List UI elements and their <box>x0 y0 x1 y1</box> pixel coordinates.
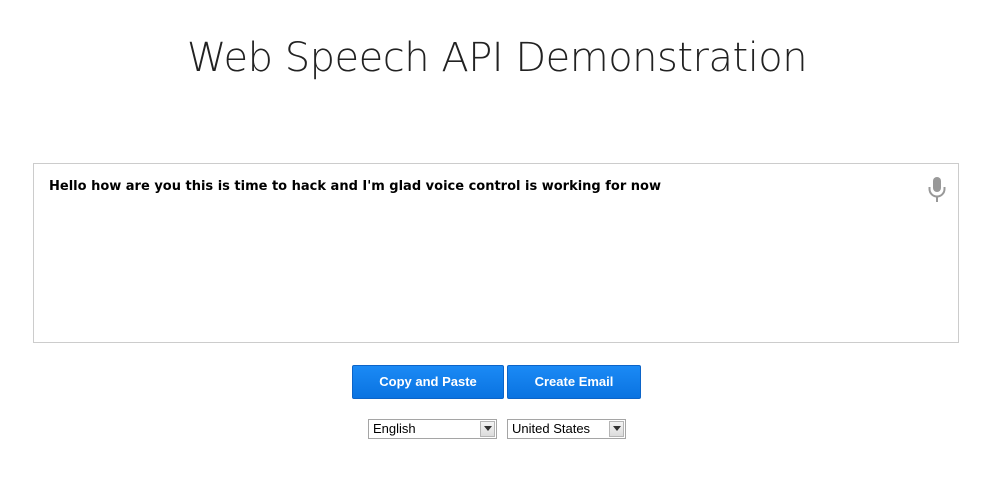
transcript-text: Hello how are you this is time to hack a… <box>49 179 661 194</box>
results-box[interactable]: Hello how are you this is time to hack a… <box>33 163 959 343</box>
page-title-part2: Demonstration <box>515 35 808 81</box>
page-title-part1: Web Speech API <box>186 35 504 81</box>
page-title: Web Speech API Demonstration <box>0 34 994 82</box>
copy-and-paste-button[interactable]: Copy and Paste <box>352 365 504 399</box>
chevron-down-icon <box>480 421 495 437</box>
dialect-select[interactable]: United States <box>507 419 626 439</box>
language-select[interactable]: English <box>368 419 497 439</box>
create-email-button[interactable]: Create Email <box>507 365 641 399</box>
dialect-select-value: United States <box>512 421 591 436</box>
microphone-icon[interactable] <box>922 174 952 204</box>
chevron-down-icon <box>609 421 624 437</box>
language-select-value: English <box>373 421 416 436</box>
